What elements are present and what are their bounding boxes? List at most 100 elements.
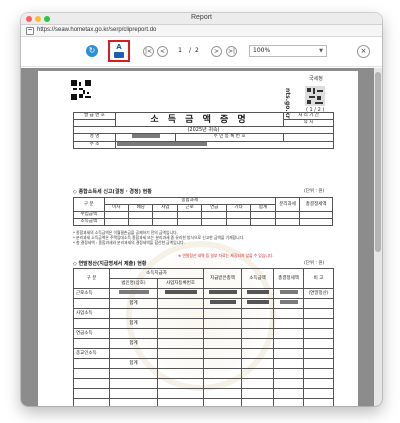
- last-page-button[interactable]: >|: [226, 46, 237, 57]
- scrollbar-thumb[interactable]: [375, 72, 381, 252]
- col-labor: 근로: [176, 204, 203, 212]
- redacted-address: [117, 141, 207, 146]
- row-revenue: 수입금액: [73, 211, 105, 219]
- document-page: 국세청 ( 1 / 2 ) nts.go.kr 발 급 번 호 소 득 금 액 …: [38, 71, 358, 406]
- barcode-right: [305, 86, 325, 106]
- zoom-select[interactable]: 100% ▼: [249, 45, 327, 57]
- col-kind: 구 분: [73, 197, 105, 212]
- table-row-kind: [73, 318, 110, 329]
- redacted-cell: [279, 290, 298, 295]
- table-row-note: [303, 298, 335, 309]
- redacted-cell: [246, 300, 269, 305]
- redacted-cell: [118, 290, 149, 295]
- table-row-note: [303, 318, 335, 329]
- redacted-cell: [246, 290, 269, 295]
- next-page-button[interactable]: >: [211, 46, 222, 57]
- qr-code-left: [71, 80, 91, 100]
- col-income-total: 지급받은총액: [203, 268, 243, 289]
- col-note: 비 고: [303, 268, 335, 289]
- table-row-kind: [73, 298, 110, 309]
- page-separator: /: [189, 47, 192, 54]
- period-value: 즉 시: [283, 119, 335, 127]
- table-row-kind: 사업소득: [73, 308, 110, 319]
- window-title: Report: [190, 14, 212, 21]
- year-end-settlement-table: 구 분 소득지급자 지급받은총액 소득금액 총결정세액 비 고 법인명(상호) …: [73, 268, 335, 406]
- report-window: Report https://seaw.hometax.go.kr/serp/c…: [21, 13, 382, 406]
- issue-no-value: [73, 119, 116, 127]
- redacted-cell: [208, 290, 237, 295]
- table-row-kind: [73, 358, 110, 369]
- table-row-kind: 연금소득: [73, 328, 110, 339]
- name-label: 성 명: [73, 133, 116, 142]
- url-bar[interactable]: https://seaw.hometax.go.kr/serp/cliprepo…: [21, 25, 382, 37]
- col-interest: 이자: [103, 204, 130, 212]
- table-row-kind: 종교인소득: [73, 348, 110, 359]
- col-sum: 합계: [250, 204, 276, 212]
- comprehensive-income-table: 구 분 종합과세 분리과세 총결정세액 이자 배당 사업 근로 연금 기타 합계…: [73, 197, 333, 226]
- redacted-cell: [209, 300, 236, 305]
- first-page-button[interactable]: |<: [143, 46, 154, 57]
- note-line: * 총 결정세액 : 종합과세와 분리과세의 결정세액을 합산한 금액입니다.: [73, 240, 185, 245]
- refresh-icon[interactable]: ↻: [86, 45, 98, 57]
- address-value: [114, 140, 335, 149]
- col-payer-name: 법인명(상호): [109, 278, 158, 289]
- issue-no-label: 발 급 번 호: [73, 112, 116, 120]
- name-value: [115, 133, 176, 142]
- col-pension: 연금: [201, 204, 227, 212]
- red-notice-text: ※ 연말정산 내역 등 일부 자료는 제공되지 않을 수 있습니다.: [178, 253, 274, 258]
- section2-title: ◇ 연말정산(지급명세서 제출) 현황: [73, 261, 147, 267]
- red-notice: ※ 연말정산 내역 등 일부 자료는 제공되지 않을 수 있습니다.: [178, 253, 328, 258]
- col-group-comprehensive: 종합과세: [103, 197, 276, 205]
- table-row-note: [303, 308, 335, 319]
- zoom-value: 100%: [253, 47, 271, 54]
- subtotal-label: 합계: [109, 318, 158, 329]
- table-row-note: (연말정산): [303, 288, 335, 299]
- current-page-input[interactable]: 1: [171, 46, 189, 56]
- subtotal-label: 합계: [109, 298, 158, 309]
- col-amount: 소득금액: [241, 268, 275, 289]
- table-row-kind: [73, 338, 110, 349]
- title-bar: Report: [21, 13, 382, 25]
- address-label: 주 소: [73, 140, 116, 149]
- col-tax: 총결정세액: [273, 268, 305, 289]
- report-toolbar: ↻ A |< < 1 / 2 > >| 100% ▼ ×: [21, 37, 382, 67]
- section1-unit: (단위 : 원): [304, 189, 325, 194]
- total-pages: 2: [195, 47, 199, 54]
- redacted-name: [131, 134, 160, 138]
- table-row-note: [303, 328, 335, 339]
- redacted-cell: [279, 300, 298, 305]
- printer-icon: [114, 52, 124, 58]
- page-icon: [26, 27, 34, 35]
- table-row-note: [303, 358, 335, 369]
- notes-block: * 종합과세의 소득금액은 이월결손금을 공제하기 전의 금액입니다. * 분리…: [73, 230, 333, 245]
- redacted-cell: [164, 290, 197, 295]
- certificate-title: 소 득 금 액 증 명: [114, 112, 285, 127]
- col-payer: 소득지급자: [108, 268, 205, 279]
- print-button[interactable]: A: [108, 40, 130, 62]
- row-income: 소득금액: [73, 218, 105, 226]
- rrn-value: [283, 133, 335, 142]
- col-separate: 분리과세: [274, 197, 301, 212]
- nts-side-logo: nts.go.kr: [280, 88, 292, 119]
- col-business: 사업: [152, 204, 178, 212]
- table-row-kind: 근로소득: [73, 288, 110, 299]
- year-note: (2025년 귀속): [72, 126, 335, 134]
- section2-unit: (단위 : 원): [304, 261, 325, 266]
- close-report-button[interactable]: ×: [357, 45, 370, 58]
- vertical-scrollbar[interactable]: [374, 68, 382, 406]
- seal-label: 국세청: [309, 76, 323, 82]
- print-icon-letter: A: [116, 43, 122, 51]
- section1-title: ◇ 종합소득세 신고(결정 · 경정) 현황: [73, 189, 152, 195]
- url-text: https://seaw.hometax.go.kr/serp/cliprepo…: [37, 27, 157, 33]
- subtotal-label: 합계: [109, 338, 158, 349]
- subtotal-label: 합계: [109, 358, 158, 369]
- col-dividend: 배당: [128, 204, 154, 212]
- table-row-note: [303, 348, 335, 359]
- prev-page-button[interactable]: <: [157, 46, 168, 57]
- col-other: 기타: [225, 204, 252, 212]
- document-viewer[interactable]: 국세청 ( 1 / 2 ) nts.go.kr 발 급 번 호 소 득 금 액 …: [21, 68, 382, 406]
- chevron-down-icon: ▼: [319, 48, 323, 54]
- period-label: 처 리 기 간: [283, 112, 335, 120]
- table-row-note: [303, 338, 335, 349]
- col-biz-no: 사업자등록번호: [156, 278, 205, 289]
